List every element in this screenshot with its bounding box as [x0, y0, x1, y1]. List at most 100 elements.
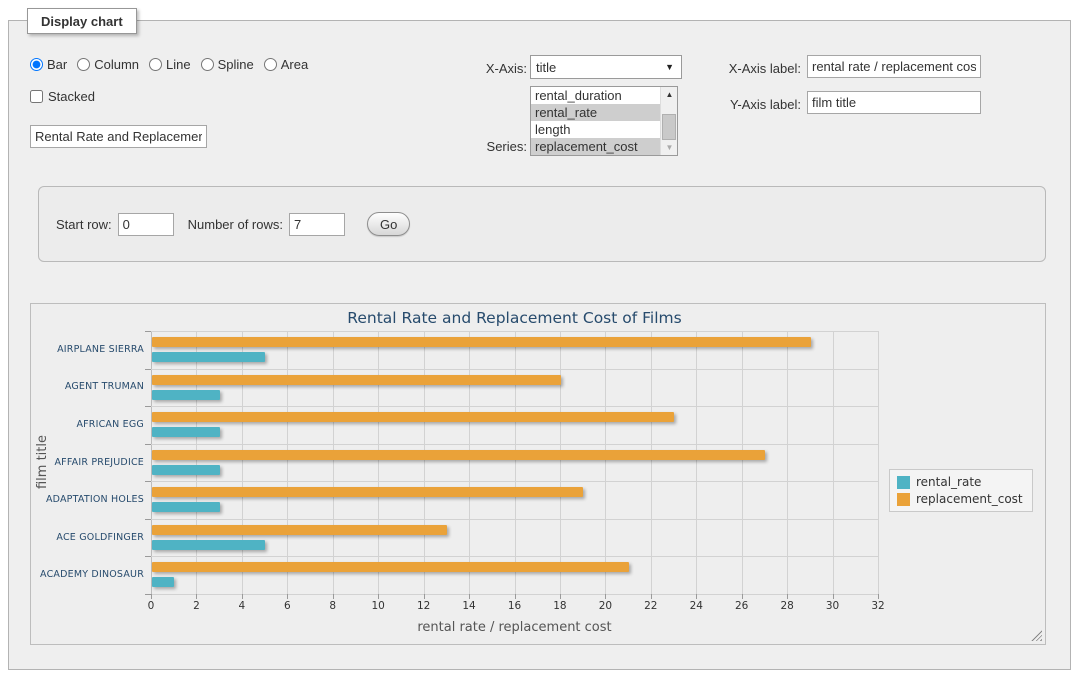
chart-type-option-bar[interactable]: Bar: [30, 57, 67, 72]
chart-title: Rental Rate and Replacement Cost of Film…: [151, 309, 878, 327]
x-tick-label: 24: [690, 600, 703, 612]
chart-type-option-label: Area: [281, 57, 308, 72]
x-axis-tick: [287, 594, 288, 599]
series-listbox[interactable]: rental_durationrental_ratelengthreplacem…: [530, 86, 678, 156]
category-label[interactable]: ADAPTATION HOLES: [31, 494, 144, 505]
panel-title: Display chart: [27, 8, 137, 34]
scroll-up-button[interactable]: ▲: [661, 87, 678, 102]
bar-replacement-cost[interactable]: [152, 450, 765, 460]
x-axis-tick: [515, 594, 516, 599]
category-label[interactable]: AFFAIR PREJUDICE: [31, 457, 144, 468]
bar-rental-rate[interactable]: [152, 427, 220, 437]
x-axis-tick: [424, 594, 425, 599]
x-axis-tick: [651, 594, 652, 599]
x-axis-select[interactable]: title ▼: [530, 55, 682, 79]
chart-type-radio-spline[interactable]: [201, 58, 214, 71]
chart-type-option-label: Bar: [47, 57, 67, 72]
bar-group-airplane-sierra: [151, 331, 878, 369]
y-axis-label-input[interactable]: [807, 91, 981, 114]
bar-rental-rate[interactable]: [152, 465, 220, 475]
legend-item-replacement_cost[interactable]: replacement_cost: [897, 492, 1023, 506]
x-tick-label: 20: [599, 600, 612, 612]
x-axis-tick: [833, 594, 834, 599]
bar-rental-rate[interactable]: [152, 502, 220, 512]
bar-rental-rate[interactable]: [152, 352, 265, 362]
go-button[interactable]: Go: [367, 212, 410, 236]
x-tick-label: 30: [826, 600, 839, 612]
bar-replacement-cost[interactable]: [152, 525, 447, 535]
x-tick-label: 8: [329, 600, 336, 612]
x-tick-label: 28: [780, 600, 793, 612]
stacked-label: Stacked: [48, 89, 95, 104]
x-tick-label: 2: [193, 600, 200, 612]
scrollbar-thumb[interactable]: [662, 114, 676, 140]
chart-type-option-spline[interactable]: Spline: [201, 57, 254, 72]
x-axis-selected-value: title: [536, 60, 556, 75]
bar-rental-rate[interactable]: [152, 577, 174, 587]
start-row-input[interactable]: [118, 213, 174, 236]
stacked-checkbox[interactable]: [30, 90, 43, 103]
x-axis-tick: [605, 594, 606, 599]
x-axis-tick: [742, 594, 743, 599]
chart-title-input[interactable]: [30, 125, 207, 148]
chart-type-option-label: Spline: [218, 57, 254, 72]
x-axis-tick: [787, 594, 788, 599]
legend-label: replacement_cost: [916, 492, 1023, 506]
chart-type-option-column[interactable]: Column: [77, 57, 139, 72]
bar-replacement-cost[interactable]: [152, 487, 583, 497]
x-tick-label: 22: [644, 600, 657, 612]
x-tick-label: 4: [239, 600, 246, 612]
x-axis-tick-labels: 02468101214161820222426283032: [151, 600, 878, 614]
number-of-rows-input[interactable]: [289, 213, 345, 236]
legend-item-rental_rate[interactable]: rental_rate: [897, 475, 1023, 489]
x-tick-label: 14: [462, 600, 475, 612]
scroll-down-button[interactable]: ▼: [661, 140, 678, 155]
category-label[interactable]: ACE GOLDFINGER: [31, 532, 144, 543]
resize-grip-icon[interactable]: [1031, 630, 1042, 641]
category-label[interactable]: AIRPLANE SIERRA: [31, 344, 144, 355]
chart-type-radio-line[interactable]: [149, 58, 162, 71]
chart-type-option-area[interactable]: Area: [264, 57, 308, 72]
series-option-rental_rate[interactable]: rental_rate: [531, 104, 660, 121]
bar-group-affair-prejudice: [151, 444, 878, 482]
legend-label: rental_rate: [916, 475, 981, 489]
bar-rental-rate[interactable]: [152, 390, 220, 400]
x-tick-label: 26: [735, 600, 748, 612]
down-arrow-icon: ▼: [666, 143, 674, 152]
series-scrollbar[interactable]: ▲ ▼: [660, 87, 677, 155]
chart-type-radio-bar[interactable]: [30, 58, 43, 71]
x-axis-select-label: X-Axis:: [427, 61, 527, 76]
chart-type-option-label: Column: [94, 57, 139, 72]
chart-type-option-label: Line: [166, 57, 191, 72]
x-tick-label: 12: [417, 600, 430, 612]
legend-swatch-icon: [897, 476, 910, 489]
x-tick-label: 6: [284, 600, 291, 612]
stacked-option[interactable]: Stacked: [30, 89, 95, 104]
x-tick-label: 10: [372, 600, 385, 612]
x-axis-tick: [242, 594, 243, 599]
bar-replacement-cost[interactable]: [152, 337, 811, 347]
x-axis-label-label: X-Axis label:: [701, 61, 801, 76]
bar-replacement-cost[interactable]: [152, 412, 674, 422]
x-axis-label-input[interactable]: [807, 55, 981, 78]
x-tick-label: 16: [508, 600, 521, 612]
rows-panel: Start row: Number of rows: Go: [38, 186, 1046, 262]
chart-container: Rental Rate and Replacement Cost of Film…: [30, 303, 1046, 645]
bar-group-african-egg: [151, 406, 878, 444]
chart-type-option-line[interactable]: Line: [149, 57, 191, 72]
category-label[interactable]: AFRICAN EGG: [31, 419, 144, 430]
series-select-label: Series:: [427, 139, 527, 154]
x-axis-tick: [196, 594, 197, 599]
series-option-length[interactable]: length: [531, 121, 660, 138]
bar-replacement-cost[interactable]: [152, 375, 561, 385]
x-tick-label: 18: [553, 600, 566, 612]
bar-replacement-cost[interactable]: [152, 562, 629, 572]
series-option-replacement_cost[interactable]: replacement_cost: [531, 138, 660, 155]
bar-rental-rate[interactable]: [152, 540, 265, 550]
chart-type-radio-area[interactable]: [264, 58, 277, 71]
chart-type-radio-column[interactable]: [77, 58, 90, 71]
y-axis-label-label: Y-Axis label:: [701, 97, 801, 112]
series-option-rental_duration[interactable]: rental_duration: [531, 87, 660, 104]
category-label[interactable]: ACADEMY DINOSAUR: [31, 569, 144, 580]
category-label[interactable]: AGENT TRUMAN: [31, 381, 144, 392]
